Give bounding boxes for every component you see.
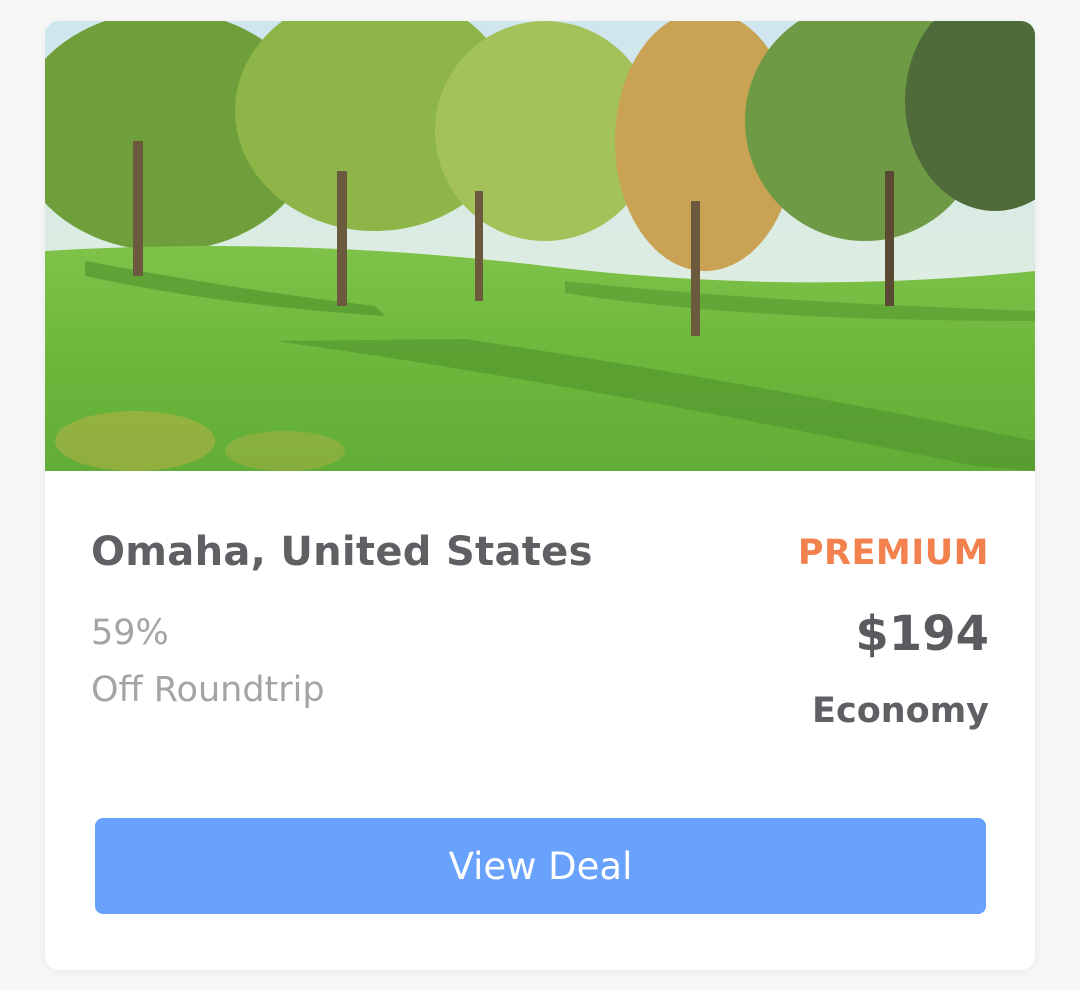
cabin-class: Economy [812,691,989,731]
tier-badge: PREMIUM [797,533,989,573]
view-deal-button[interactable]: View Deal [95,818,986,914]
trip-type-label: Off Roundtrip [91,670,325,710]
destination-photo [45,21,1035,471]
destination-title: Omaha, United States [91,529,593,575]
deal-card: Omaha, United States PREMIUM 59% Off Rou… [45,21,1035,970]
discount-percent: 59% [91,613,169,653]
price-value: $194 [855,606,989,662]
